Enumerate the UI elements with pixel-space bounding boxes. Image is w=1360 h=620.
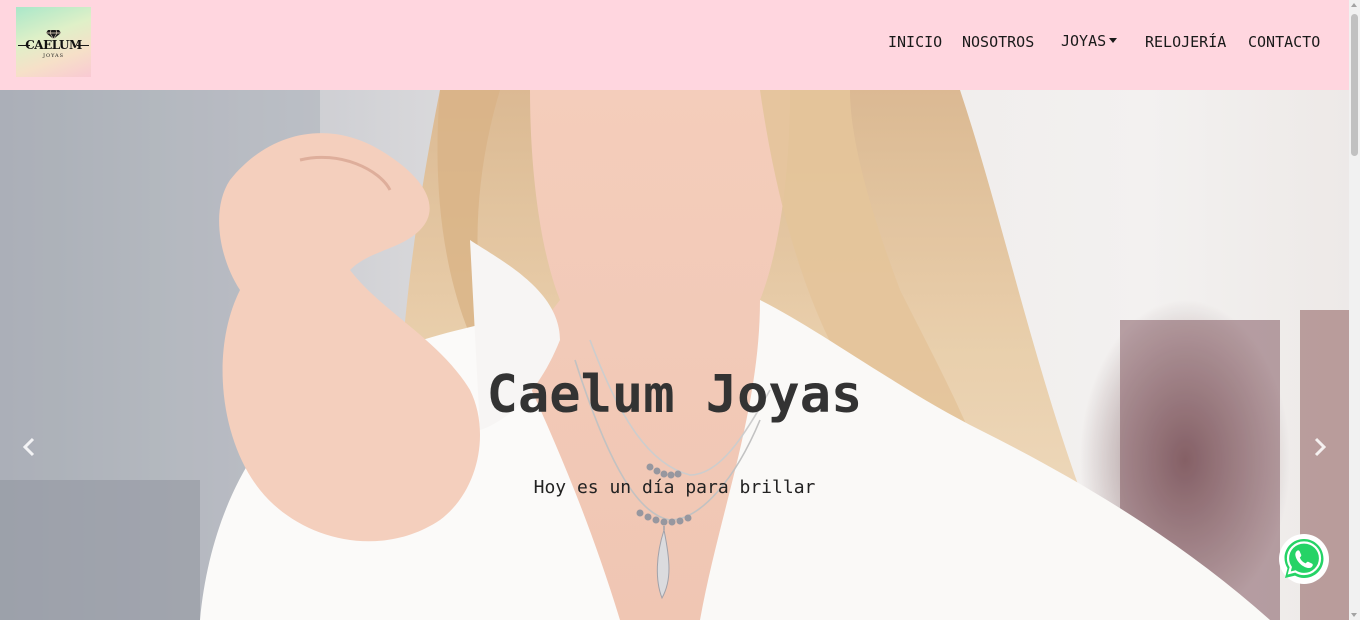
hero-subtitle: Hoy es un día para brillar [533, 477, 816, 498]
chevron-left-icon [22, 437, 35, 457]
nav-item-nosotros[interactable]: NOSOTROS [962, 33, 1034, 51]
page: CAELUM JOYAS INICIO NOSOTROS JOYAS RELOJ… [0, 0, 1360, 620]
logo[interactable]: CAELUM JOYAS [16, 7, 91, 77]
whatsapp-icon [1279, 534, 1329, 584]
nav-item-relojeria[interactable]: RELOJERÍA [1145, 33, 1226, 51]
nav-item-joyas[interactable]: JOYAS [1061, 32, 1118, 50]
whatsapp-button[interactable] [1278, 533, 1330, 585]
carousel-prev-button[interactable] [18, 435, 42, 459]
scrollbar[interactable] [1349, 0, 1360, 620]
scroll-down-icon[interactable] [1351, 613, 1357, 617]
hero-photo [0, 90, 1349, 620]
caret-down-icon [1109, 38, 1118, 43]
nav-item-inicio[interactable]: INICIO [888, 33, 942, 51]
scroll-up-icon[interactable] [1351, 3, 1357, 7]
navbar: CAELUM JOYAS INICIO NOSOTROS JOYAS RELOJ… [0, 0, 1349, 90]
nav-item-contacto[interactable]: CONTACTO [1248, 33, 1320, 51]
logo-subtitle: JOYAS [42, 53, 65, 59]
logo-brand: CAELUM [25, 38, 82, 52]
carousel-next-button[interactable] [1307, 435, 1331, 459]
chevron-right-icon [1314, 437, 1327, 457]
nav-item-joyas-label: JOYAS [1061, 32, 1107, 50]
hero-title: Caelum Joyas [486, 365, 863, 425]
hero-carousel: Caelum Joyas Hoy es un día para brillar [0, 90, 1349, 620]
scroll-thumb[interactable] [1351, 14, 1358, 156]
